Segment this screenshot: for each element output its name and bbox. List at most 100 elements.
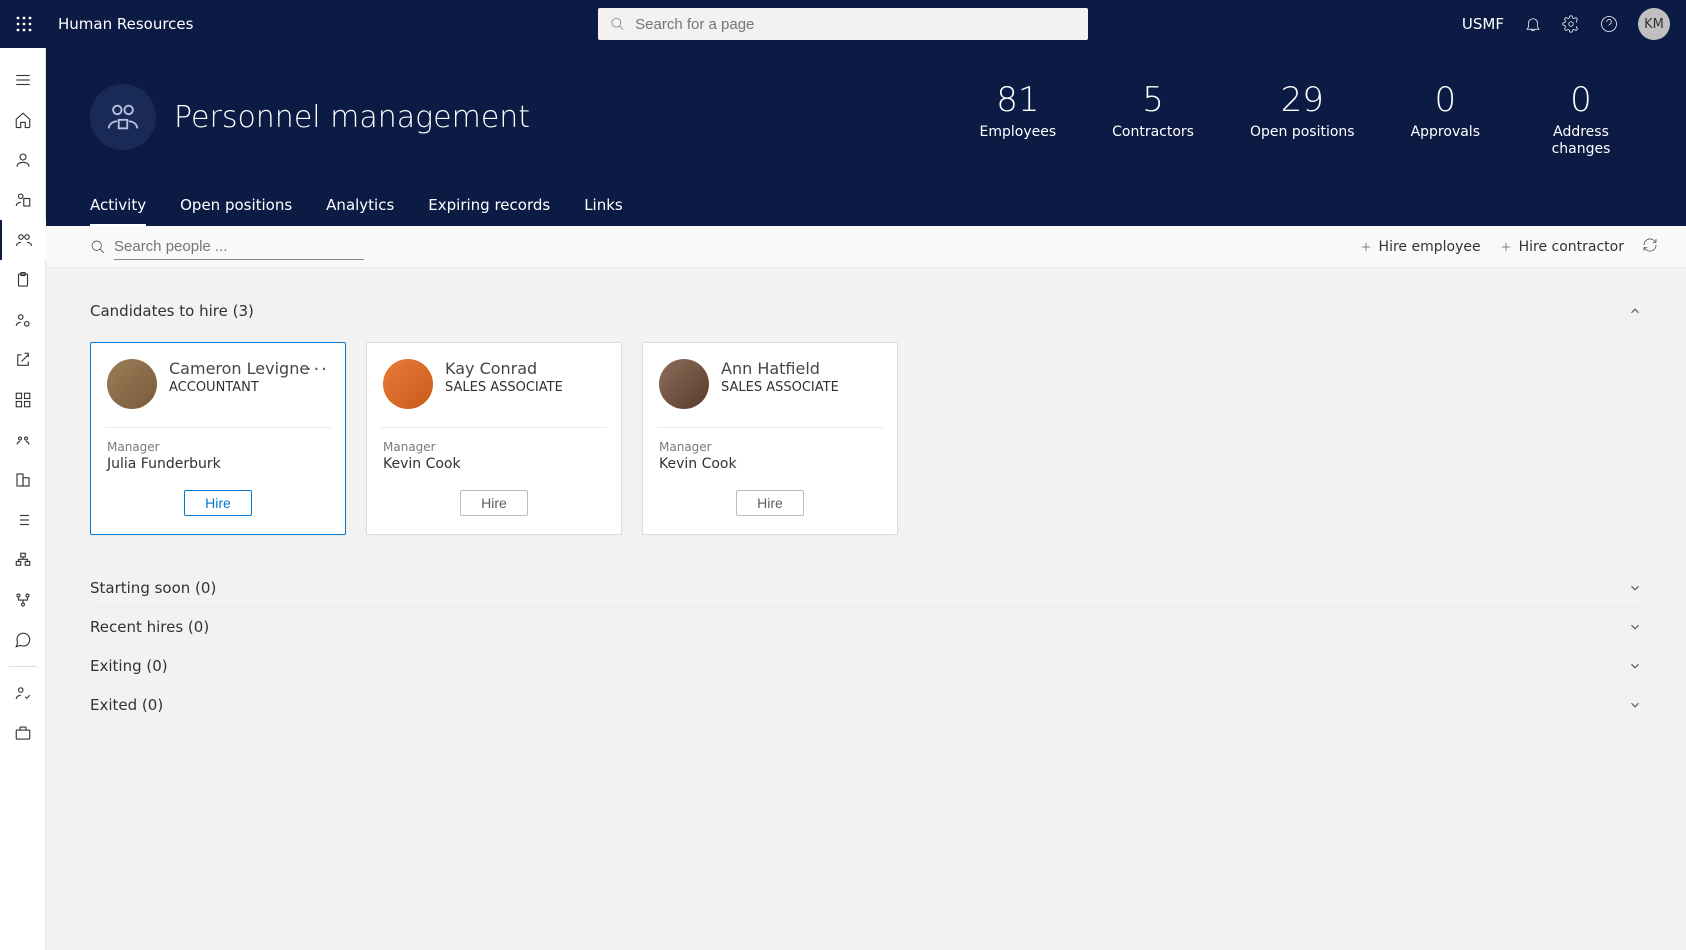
left-nav-rail <box>0 48 46 950</box>
kpi-label: Open positions <box>1250 124 1355 140</box>
content-area: Candidates to hire (3) Cameron Levigne A… <box>46 268 1686 950</box>
rail-team-icon[interactable] <box>0 420 46 460</box>
help-icon[interactable] <box>1600 15 1618 33</box>
kpi-value: 0 <box>1411 80 1480 120</box>
section-title: Exiting (0) <box>90 657 168 675</box>
plus-icon <box>1359 240 1373 254</box>
avatar <box>383 359 433 409</box>
page-icon <box>90 84 156 150</box>
global-search[interactable] <box>598 8 1088 40</box>
section-title: Exited (0) <box>90 696 163 714</box>
candidate-card[interactable]: Cameron Levigne ACCOUNTANT ··· Manager J… <box>90 342 346 535</box>
kpi-value: 29 <box>1250 80 1355 120</box>
rail-chat-icon[interactable] <box>0 620 46 660</box>
company-label[interactable]: USMF <box>1462 15 1504 33</box>
section-title: Candidates to hire (3) <box>90 302 254 320</box>
rail-person-icon[interactable] <box>0 140 46 180</box>
hire-contractor-button[interactable]: Hire contractor <box>1499 239 1624 255</box>
search-icon <box>610 16 625 32</box>
topbar: Human Resources USMF KM <box>0 0 1686 48</box>
candidate-cards: Cameron Levigne ACCOUNTANT ··· Manager J… <box>90 342 1642 535</box>
rail-grid-icon[interactable] <box>0 380 46 420</box>
kpi-address-changes[interactable]: 0 Address changes <box>1536 80 1626 158</box>
tab-open-positions[interactable]: Open positions <box>180 186 292 226</box>
section-starting-soon[interactable]: Starting soon (0) <box>90 569 1642 608</box>
section-recent-hires[interactable]: Recent hires (0) <box>90 608 1642 647</box>
tab-links[interactable]: Links <box>584 186 623 226</box>
divider <box>105 427 331 428</box>
hire-button[interactable]: Hire <box>460 490 528 516</box>
hire-button[interactable]: Hire <box>184 490 252 516</box>
rail-clipboard-icon[interactable] <box>0 260 46 300</box>
kpi-contractors[interactable]: 5 Contractors <box>1112 80 1194 158</box>
tab-expiring-records[interactable]: Expiring records <box>428 186 550 226</box>
rail-list-icon[interactable] <box>0 500 46 540</box>
kpi-label: Address changes <box>1536 124 1626 158</box>
kpi-label: Contractors <box>1112 124 1194 140</box>
section-candidates-header[interactable]: Candidates to hire (3) <box>90 294 1642 328</box>
section-exiting[interactable]: Exiting (0) <box>90 647 1642 686</box>
candidate-role: SALES ASSOCIATE <box>721 380 839 395</box>
candidate-role: SALES ASSOCIATE <box>445 380 563 395</box>
manager-label: Manager <box>659 440 881 454</box>
hire-button[interactable]: Hire <box>736 490 804 516</box>
kpi-approvals[interactable]: 0 Approvals <box>1411 80 1480 158</box>
kpi-label: Approvals <box>1411 124 1480 140</box>
avatar <box>107 359 157 409</box>
rail-personnel-icon[interactable] <box>0 220 46 260</box>
hire-employee-label: Hire employee <box>1379 239 1481 255</box>
people-search[interactable] <box>90 234 364 260</box>
rail-person-settings-icon[interactable] <box>0 300 46 340</box>
candidate-name: Ann Hatfield <box>721 359 839 378</box>
user-avatar[interactable]: KM <box>1638 8 1670 40</box>
divider <box>657 427 883 428</box>
rail-briefcase-icon[interactable] <box>0 713 46 753</box>
kpi-label: Employees <box>980 124 1057 140</box>
candidate-card[interactable]: Ann Hatfield SALES ASSOCIATE Manager Kev… <box>642 342 898 535</box>
chevron-up-icon <box>1628 304 1642 318</box>
manager-name: Kevin Cook <box>659 456 881 472</box>
kpi-value: 5 <box>1112 80 1194 120</box>
candidate-card[interactable]: Kay Conrad SALES ASSOCIATE Manager Kevin… <box>366 342 622 535</box>
rail-person-org-icon[interactable] <box>0 180 46 220</box>
candidate-role: ACCOUNTANT <box>169 380 309 395</box>
app-title: Human Resources <box>58 15 193 33</box>
global-search-input[interactable] <box>635 16 1076 33</box>
page-banner: Personnel management 81 Employees 5 Cont… <box>46 48 1686 226</box>
hire-employee-button[interactable]: Hire employee <box>1359 239 1481 255</box>
page-tabs: Activity Open positions Analytics Expiri… <box>90 186 623 226</box>
manager-name: Kevin Cook <box>383 456 605 472</box>
chevron-down-icon <box>1628 581 1642 595</box>
avatar <box>659 359 709 409</box>
section-title: Starting soon (0) <box>90 579 216 597</box>
section-title: Recent hires (0) <box>90 618 209 636</box>
chevron-down-icon <box>1628 659 1642 673</box>
divider <box>381 427 607 428</box>
subheader: Hire employee Hire contractor <box>46 226 1686 268</box>
more-icon[interactable]: ··· <box>306 359 329 380</box>
bell-icon[interactable] <box>1524 15 1542 33</box>
rail-org-icon[interactable] <box>0 540 46 580</box>
people-search-input[interactable] <box>114 234 364 260</box>
rail-home-icon[interactable] <box>0 100 46 140</box>
rail-hierarchy-icon[interactable] <box>0 580 46 620</box>
tab-analytics[interactable]: Analytics <box>326 186 394 226</box>
kpi-employees[interactable]: 81 Employees <box>980 80 1057 158</box>
kpi-value: 81 <box>980 80 1057 120</box>
chevron-down-icon <box>1628 620 1642 634</box>
gear-icon[interactable] <box>1562 15 1580 33</box>
manager-name: Julia Funderburk <box>107 456 329 472</box>
candidate-name: Cameron Levigne <box>169 359 309 378</box>
manager-label: Manager <box>107 440 329 454</box>
rail-export-icon[interactable] <box>0 340 46 380</box>
rail-building-icon[interactable] <box>0 460 46 500</box>
hire-contractor-label: Hire contractor <box>1519 239 1624 255</box>
search-icon <box>90 239 106 255</box>
refresh-button[interactable] <box>1642 237 1658 257</box>
tab-activity[interactable]: Activity <box>90 186 146 226</box>
kpi-open-positions[interactable]: 29 Open positions <box>1250 80 1355 158</box>
section-exited[interactable]: Exited (0) <box>90 686 1642 725</box>
rail-person-check-icon[interactable] <box>0 673 46 713</box>
app-launcher-icon[interactable] <box>0 0 48 48</box>
rail-menu-icon[interactable] <box>0 60 46 100</box>
